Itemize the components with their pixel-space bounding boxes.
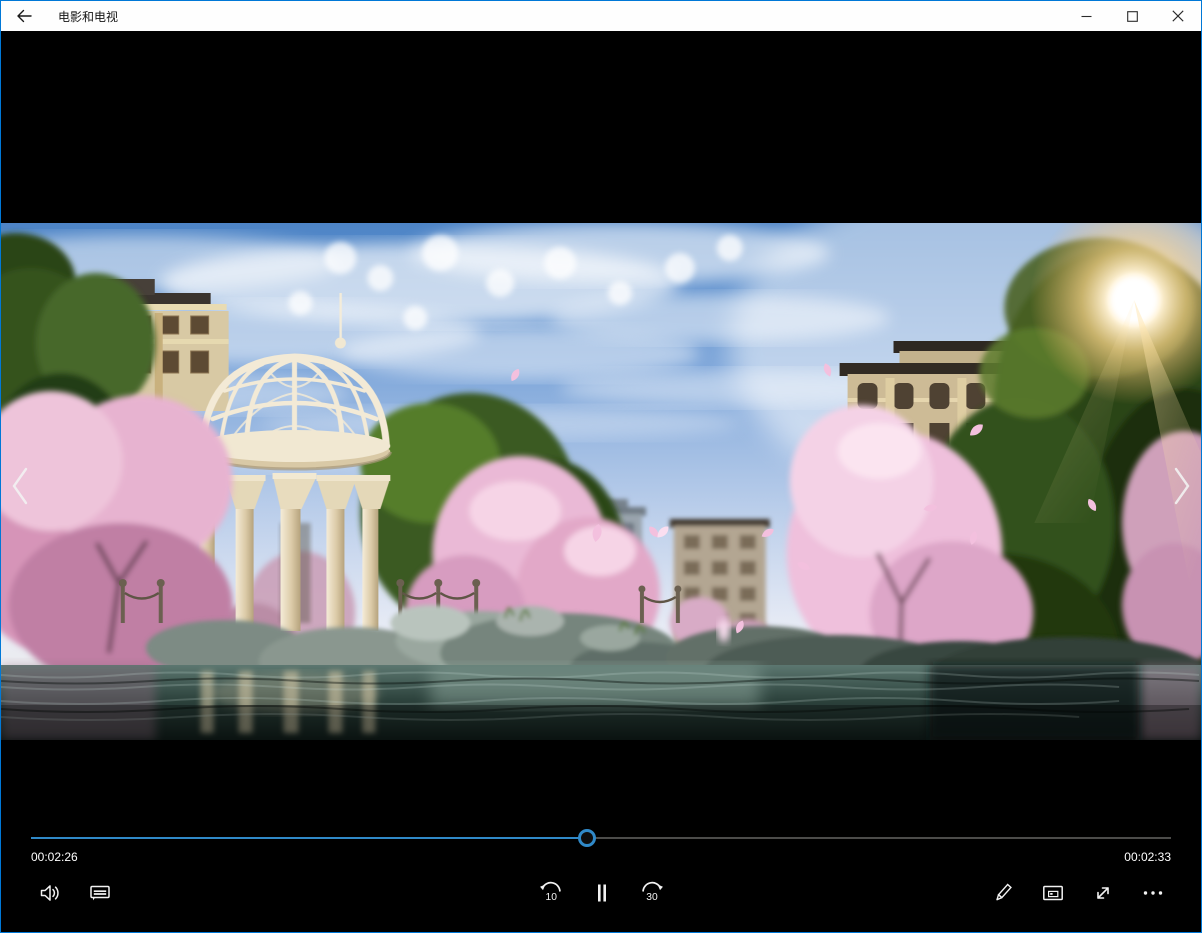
seek-bar[interactable] [31,831,1171,845]
titlebar: 电影和电视 [1,1,1201,31]
app-title: 电影和电视 [58,8,118,25]
seek-track [31,837,1171,839]
close-icon [1172,10,1184,22]
rewind-10-icon: 10 [538,880,564,906]
rewind-10-button[interactable]: 10 [529,871,573,915]
back-arrow-icon [15,7,33,25]
seek-thumb[interactable] [578,829,596,847]
svg-text:10: 10 [545,892,557,903]
previous-button[interactable] [1,459,39,513]
video-frame[interactable] [1,223,1201,740]
fullscreen-icon [1091,881,1115,905]
time-labels: 00:02:26 00:02:33 [31,850,1171,864]
maximize-button[interactable] [1109,1,1155,31]
chevron-right-icon [1170,465,1194,507]
pencil-icon [991,881,1015,905]
close-button[interactable] [1155,1,1201,31]
forward-30-button[interactable]: 30 [630,871,674,915]
mini-player-icon [1041,881,1065,905]
pause-button[interactable] [580,871,624,915]
seek-progress [31,837,587,839]
subtitles-button[interactable] [78,871,122,915]
svg-text:30: 30 [646,892,658,903]
volume-icon [38,881,62,905]
app-window: 电影和电视 [0,0,1202,933]
fullscreen-button[interactable] [1081,871,1125,915]
subtitles-icon [88,881,112,905]
mini-player-button[interactable] [1031,871,1075,915]
volume-button[interactable] [28,871,72,915]
video-scene [1,223,1201,740]
minimize-icon [1081,11,1092,22]
maximize-icon [1127,11,1138,22]
window-controls [1063,1,1201,31]
back-button[interactable] [1,1,47,31]
player-stage: 00:02:26 00:02:33 10 [1,31,1201,932]
edit-button[interactable] [981,871,1025,915]
more-ellipsis-icon [1141,881,1165,905]
remaining-time: 00:02:33 [1124,850,1171,864]
chevron-left-icon [8,465,32,507]
next-button[interactable] [1163,459,1201,513]
forward-30-icon: 30 [639,880,665,906]
pause-icon [590,881,614,905]
more-options-button[interactable] [1131,871,1175,915]
water [1,665,1201,740]
minimize-button[interactable] [1063,1,1109,31]
elapsed-time: 00:02:26 [31,850,78,864]
